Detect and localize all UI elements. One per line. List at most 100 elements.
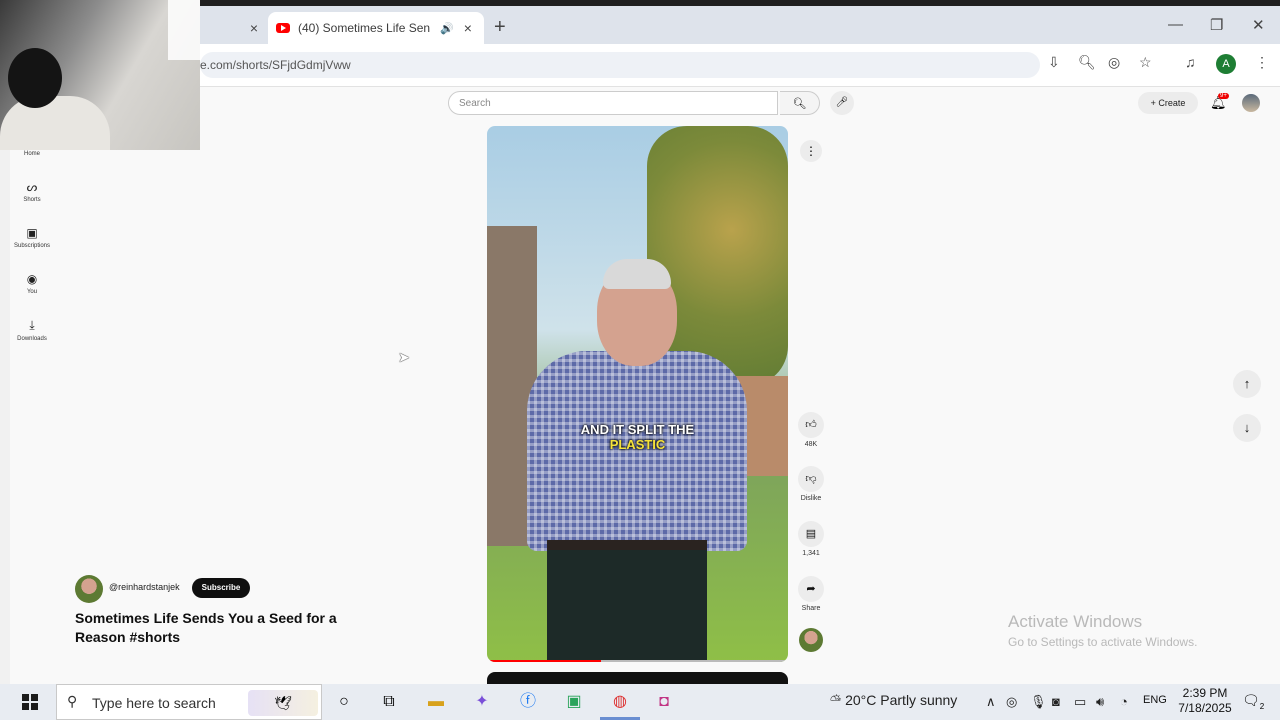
- search-highlight-icon[interactable]: 🕊︎: [248, 690, 318, 716]
- language-indicator[interactable]: ENG: [1143, 694, 1167, 706]
- thumbs-down-icon: 👎︎: [798, 466, 824, 492]
- sidebar-item-label: You: [26, 289, 38, 295]
- restore-icon[interactable]: ❐: [1210, 16, 1223, 34]
- chrome-icon[interactable]: ◍: [608, 690, 632, 714]
- subscribe-button[interactable]: Subscribe: [192, 578, 250, 598]
- windows-start-icon[interactable]: [22, 694, 38, 710]
- channel-avatar[interactable]: [75, 575, 103, 603]
- windows-taskbar: ⚲ Type here to search 🕊︎ ○ ⧉ ▬ ✦ ⓕ ▣ ◍ ◘…: [0, 684, 1280, 720]
- screen: × (40) Sometimes Life Sends 🔊 × + — ❐ ✕ …: [0, 0, 1280, 720]
- video-caption: AND IT SPLIT THE PLASTIC: [487, 422, 788, 452]
- more-options-button[interactable]: ⋮: [800, 140, 822, 162]
- create-label: Create: [1158, 98, 1186, 108]
- cortana-icon[interactable]: ○: [332, 690, 356, 714]
- webcam-overlay: [0, 0, 200, 150]
- close-tab-icon[interactable]: ×: [464, 20, 472, 36]
- instagram-icon[interactable]: ◘: [652, 690, 676, 714]
- voice-search-button[interactable]: 🎤︎: [830, 91, 854, 115]
- sidebar-item-subscriptions[interactable]: ▣ Subscriptions: [12, 226, 52, 249]
- sidebar-item-label: Home: [23, 151, 40, 157]
- create-button[interactable]: + Create: [1138, 92, 1198, 114]
- security-icon[interactable]: ◎: [1006, 694, 1017, 710]
- account-avatar[interactable]: [1242, 94, 1260, 112]
- more-vertical-icon: ⋮: [805, 144, 817, 158]
- video-man-hair: [603, 259, 671, 289]
- share-label: Share: [801, 605, 821, 612]
- like-count: 48K: [804, 441, 818, 448]
- subscriptions-icon: ▣: [26, 226, 38, 240]
- file-explorer-icon[interactable]: ▬: [424, 690, 448, 714]
- sidebar-item-label: Shorts: [23, 197, 41, 203]
- like-button[interactable]: 👍︎ 48K: [796, 412, 826, 448]
- microphone-icon: 🎤︎: [835, 97, 849, 108]
- youtube-favicon-icon: [276, 23, 290, 33]
- video-progress-bar[interactable]: [487, 660, 788, 662]
- sidebar-item-label: Downloads: [17, 336, 47, 342]
- share-arrow-icon: ➦: [798, 576, 824, 602]
- sidebar-item-shorts[interactable]: ᔕ Shorts: [12, 180, 52, 203]
- caption-line-1: AND IT SPLIT THE: [580, 422, 695, 437]
- sidebar-item-label: Subscriptions: [13, 243, 51, 249]
- app-store-icon[interactable]: ▣: [562, 690, 586, 714]
- activation-watermark-subtitle: Go to Settings to activate Windows.: [1008, 635, 1198, 649]
- url-field[interactable]: e.com/shorts/SFjdGdmjVww: [200, 52, 1040, 78]
- window-close-icon[interactable]: ✕: [1252, 16, 1265, 34]
- sidebar-item-downloads[interactable]: ⤓ Downloads: [12, 318, 52, 342]
- video-man-belt: [547, 540, 707, 550]
- search-button[interactable]: 🔍︎: [780, 91, 820, 115]
- previous-short-button[interactable]: ↑: [1233, 370, 1261, 398]
- close-tab-icon[interactable]: ×: [250, 20, 258, 36]
- share-button[interactable]: ➦ Share: [796, 576, 826, 612]
- audio-playing-icon[interactable]: 🔊: [440, 22, 454, 35]
- webcam-window-light: [168, 0, 200, 60]
- mouse-cursor-icon: ➤: [398, 349, 410, 365]
- copilot-icon[interactable]: ✦: [470, 690, 494, 714]
- search-icon: 🔍︎: [792, 98, 807, 110]
- zoom-icon[interactable]: 🔍︎: [1078, 54, 1096, 71]
- dislike-button[interactable]: 👎︎ Dislike: [796, 466, 826, 502]
- taskbar-clock[interactable]: 2:39 PM 7/18/2025: [1170, 686, 1240, 716]
- shorts-icon: ᔕ: [26, 180, 38, 194]
- channel-avatar-small[interactable]: [799, 628, 823, 652]
- meet-now-icon[interactable]: ◙: [1052, 694, 1060, 709]
- task-view-icon[interactable]: ⧉: [377, 690, 401, 714]
- new-tab-button[interactable]: +: [494, 16, 506, 39]
- tab-youtube-shorts[interactable]: (40) Sometimes Life Sends 🔊 ×: [268, 12, 484, 44]
- volume-icon[interactable]: 🔊︎: [1096, 694, 1104, 710]
- webcam-person-body: [0, 96, 110, 150]
- minimize-icon[interactable]: —: [1168, 16, 1183, 33]
- arrow-down-icon: ↓: [1243, 420, 1251, 435]
- comments-button[interactable]: ▤ 1,341: [796, 521, 826, 557]
- weather-widget[interactable]: ⛅︎ 20°C Partly sunny: [830, 692, 957, 709]
- show-hidden-icons-icon[interactable]: ∧: [986, 694, 996, 710]
- activation-watermark-title: Activate Windows: [1008, 612, 1143, 631]
- install-app-icon[interactable]: ⇩: [1048, 54, 1060, 71]
- browser-menu-icon[interactable]: ⋮: [1255, 54, 1269, 71]
- webcam-person-head: [8, 48, 62, 108]
- notification-center-icon[interactable]: 🗨︎2: [1242, 692, 1264, 711]
- battery-icon[interactable]: ▭: [1074, 694, 1086, 710]
- download-icon: ⤓: [29, 318, 35, 332]
- video-man-pants: [547, 544, 707, 662]
- video-title: Sometimes Life Sends You a Seed for a Re…: [75, 610, 337, 645]
- weather-text: 20°C Partly sunny: [845, 692, 958, 708]
- user-circle-icon: ◉: [26, 272, 38, 286]
- dislike-label: Dislike: [800, 495, 822, 502]
- shorts-video-player[interactable]: AND IT SPLIT THE PLASTIC: [487, 126, 788, 662]
- tab-previous[interactable]: ×: [200, 12, 266, 44]
- notification-count: 2: [1259, 701, 1265, 711]
- search-input[interactable]: Search: [448, 91, 778, 115]
- media-controls-icon[interactable]: ♫: [1185, 54, 1196, 70]
- facebook-icon[interactable]: ⓕ: [516, 690, 540, 714]
- sidebar-item-you[interactable]: ◉ You: [12, 272, 52, 295]
- channel-handle[interactable]: @reinhardstanjek: [109, 582, 180, 592]
- comment-count: 1,341: [802, 550, 820, 557]
- bookmark-star-icon[interactable]: ☆: [1139, 54, 1152, 71]
- microphone-icon[interactable]: 🎙︎: [1030, 694, 1047, 710]
- profile-avatar[interactable]: A: [1216, 54, 1236, 74]
- next-short-button[interactable]: ↓: [1233, 414, 1261, 442]
- wifi-icon[interactable]: ◔: [1120, 694, 1128, 709]
- comment-icon: ▤: [798, 521, 824, 547]
- tracking-protection-icon[interactable]: ◎: [1108, 54, 1120, 71]
- clock-date: 7/18/2025: [1178, 701, 1232, 715]
